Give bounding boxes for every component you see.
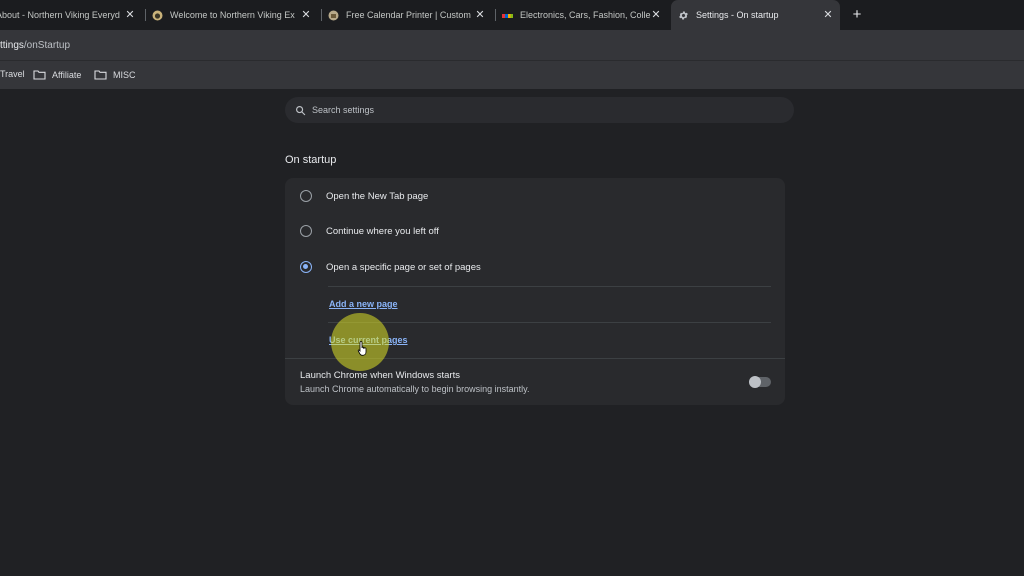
tab-title: Welcome to Northern Viking Ex xyxy=(170,10,295,20)
radio-label: Open the New Tab page xyxy=(326,190,429,202)
radio-label: Open a specific page or set of pages xyxy=(326,261,481,273)
bookmark-label: Affiliate xyxy=(52,69,82,80)
close-tab-icon[interactable]: ✕ xyxy=(650,9,662,21)
tab-about[interactable]: About - Northern Viking Everyd ✕ xyxy=(0,0,142,30)
bookmarks-bar: Travel Affiliate MISC xyxy=(0,60,1024,89)
close-tab-icon[interactable]: ✕ xyxy=(124,9,136,21)
viking-favicon-icon xyxy=(152,10,163,21)
tab-settings[interactable]: Settings - On startup ✕ xyxy=(671,0,840,30)
radio-option-continue[interactable]: Continue where you left off xyxy=(285,216,785,246)
bookmark-travel[interactable]: Travel xyxy=(0,69,25,79)
tab-title: Electronics, Cars, Fashion, Colle xyxy=(520,10,651,20)
add-new-page-link[interactable]: Add a new page xyxy=(329,299,398,309)
tab-title: About - Northern Viking Everyd xyxy=(0,10,120,20)
search-settings-box[interactable] xyxy=(285,97,794,123)
close-tab-icon[interactable]: ✕ xyxy=(474,9,486,21)
search-input[interactable] xyxy=(312,105,712,115)
tab-ebay[interactable]: Electronics, Cars, Fashion, Colle ✕ xyxy=(502,0,668,30)
radio-button[interactable] xyxy=(300,190,312,202)
url-text[interactable]: ttings/onStartup xyxy=(0,40,70,51)
startup-settings-card: Open the New Tab page Continue where you… xyxy=(285,178,785,405)
close-tab-icon[interactable]: ✕ xyxy=(822,9,834,21)
bookmark-label: Travel xyxy=(0,69,25,79)
divider xyxy=(328,322,771,323)
tab-calendar[interactable]: Free Calendar Printer | Custom ✕ xyxy=(328,0,492,30)
ebay-favicon-icon xyxy=(502,10,513,21)
close-tab-icon[interactable]: ✕ xyxy=(300,9,312,21)
search-icon xyxy=(296,105,306,115)
gear-icon xyxy=(678,10,689,21)
use-current-pages-link[interactable]: Use current pages xyxy=(329,335,408,345)
calendar-favicon-icon xyxy=(328,10,339,21)
address-bar[interactable]: ttings/onStartup xyxy=(0,30,1024,60)
divider xyxy=(328,286,771,287)
radio-label: Continue where you left off xyxy=(326,225,439,237)
tab-title: Free Calendar Printer | Custom xyxy=(346,10,471,20)
bookmark-misc[interactable]: MISC xyxy=(94,69,136,80)
radio-option-new-tab[interactable]: Open the New Tab page xyxy=(285,181,785,211)
radio-option-specific-pages[interactable]: Open a specific page or set of pages xyxy=(285,252,785,282)
radio-button[interactable] xyxy=(300,225,312,237)
url-host: ttings xyxy=(0,40,24,51)
bookmark-affiliate[interactable]: Affiliate xyxy=(33,69,81,80)
folder-icon xyxy=(94,70,107,80)
launch-on-startup-toggle[interactable] xyxy=(749,376,771,388)
new-tab-plus-icon[interactable]: + xyxy=(849,7,865,23)
page-title: On startup xyxy=(285,154,337,166)
url-path: /onStartup xyxy=(23,40,71,51)
bookmark-label: MISC xyxy=(113,69,136,80)
tab-welcome[interactable]: Welcome to Northern Viking Ex ✕ xyxy=(152,0,318,30)
radio-button-selected[interactable] xyxy=(300,261,312,273)
launch-on-startup-title: Launch Chrome when Windows starts xyxy=(300,370,460,381)
divider xyxy=(285,358,785,359)
launch-on-startup-description: Launch Chrome automatically to begin bro… xyxy=(300,384,530,394)
folder-icon xyxy=(33,70,46,80)
tab-title: Settings - On startup xyxy=(696,10,779,20)
tab-strip: About - Northern Viking Everyd ✕ Welcome… xyxy=(0,0,1024,30)
